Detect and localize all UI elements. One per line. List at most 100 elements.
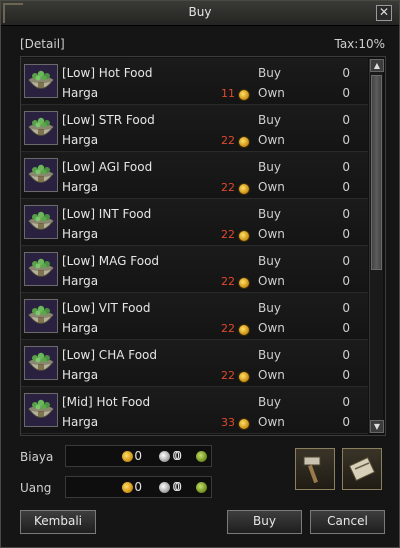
money-bronze-value: 0 — [172, 480, 180, 494]
owned-count: 0 — [342, 227, 350, 241]
buy-window: Buy ✕ [Detail] Tax:10% [Low] Hot Food Har… — [0, 0, 400, 548]
bowl-icon — [24, 111, 58, 145]
back-button[interactable]: Kembali — [20, 510, 96, 534]
list-item[interactable]: [Low] STR Food Harga 22 Buy 0 Own 0 — [21, 105, 368, 152]
buy-quantity-label: Buy — [258, 395, 281, 409]
price-label: Harga — [62, 133, 99, 147]
buy-quantity[interactable]: 0 — [342, 395, 350, 409]
list-item[interactable]: [Low] MAG Food Harga 22 Buy 0 Own 0 — [21, 246, 368, 293]
cost-label: Biaya — [20, 450, 54, 464]
item-price: 22 — [221, 134, 235, 147]
buy-quantity-label: Buy — [258, 348, 281, 362]
buy-quantity-label: Buy — [258, 66, 281, 80]
buy-quantity[interactable]: 0 — [342, 160, 350, 174]
item-price: 22 — [221, 275, 235, 288]
tax-label: Tax:10% — [334, 37, 385, 51]
gold-coin-icon — [238, 324, 250, 336]
buy-quantity-label: Buy — [258, 113, 281, 127]
money-field: 0 0 0 — [65, 476, 212, 498]
item-name: [Low] STR Food — [62, 113, 155, 127]
detail-label: [Detail] — [20, 37, 65, 51]
scroll-icon — [348, 456, 376, 482]
item-name: [Mid] Hot Food — [62, 395, 151, 409]
title-bar[interactable]: Buy ✕ — [1, 1, 399, 26]
buy-quantity[interactable]: 0 — [342, 301, 350, 315]
owned-count: 0 — [342, 274, 350, 288]
money-label: Uang — [20, 481, 52, 495]
bronze-coin-icon — [196, 482, 207, 493]
item-name: [Low] CHA Food — [62, 348, 158, 362]
buy-quantity-label: Buy — [258, 207, 281, 221]
bowl-icon — [24, 205, 58, 239]
scroll-up-icon[interactable]: ▲ — [370, 59, 384, 72]
owned-count: 0 — [342, 86, 350, 100]
buy-quantity[interactable]: 0 — [342, 254, 350, 268]
owned-count: 0 — [342, 180, 350, 194]
owned-count: 0 — [342, 368, 350, 382]
owned-label: Own — [258, 321, 285, 335]
window-title: Buy — [188, 5, 212, 19]
price-label: Harga — [62, 368, 99, 382]
gold-coin-icon — [238, 136, 250, 148]
item-name: [Low] VIT Food — [62, 301, 151, 315]
price-label: Harga — [62, 227, 99, 241]
item-name: [Low] AGI Food — [62, 160, 153, 174]
hammer-button[interactable] — [295, 448, 335, 490]
scrollbar[interactable]: ▲ ▼ — [369, 59, 384, 433]
bronze-coin-icon — [196, 451, 207, 462]
scroll-thumb[interactable] — [371, 75, 382, 270]
list-item[interactable]: [Low] CHA Food Harga 22 Buy 0 Own 0 — [21, 340, 368, 387]
bowl-icon — [24, 346, 58, 380]
bowl-icon — [24, 299, 58, 333]
price-label: Harga — [62, 274, 99, 288]
cancel-button[interactable]: Cancel — [310, 510, 385, 534]
item-price: 22 — [221, 181, 235, 194]
item-name: [Low] Hot Food — [62, 66, 153, 80]
item-price: 22 — [221, 228, 235, 241]
item-price: 11 — [221, 87, 235, 100]
owned-label: Own — [258, 133, 285, 147]
item-price: 22 — [221, 369, 235, 382]
scroll-button[interactable] — [342, 448, 382, 490]
price-label: Harga — [62, 180, 99, 194]
list-item[interactable]: [Low] AGI Food Harga 22 Buy 0 Own 0 — [21, 152, 368, 199]
owned-label: Own — [258, 86, 285, 100]
owned-count: 0 — [342, 415, 350, 429]
gold-coin-icon — [238, 89, 250, 101]
owned-label: Own — [258, 415, 285, 429]
money-silver-value: 0 — [134, 480, 142, 494]
hammer-icon — [303, 456, 321, 484]
gold-coin-icon — [238, 277, 250, 289]
buy-quantity[interactable]: 0 — [342, 348, 350, 362]
list-item[interactable]: [Mid] Hot Food Harga 33 Buy 0 Own 0 — [21, 387, 368, 434]
bowl-icon — [24, 393, 58, 427]
gold-coin-icon — [238, 183, 250, 195]
price-label: Harga — [62, 321, 99, 335]
bowl-icon — [24, 252, 58, 286]
bowl-icon — [24, 64, 58, 98]
price-label: Harga — [62, 86, 99, 100]
list-item[interactable]: [Low] INT Food Harga 22 Buy 0 Own 0 — [21, 199, 368, 246]
item-price: 22 — [221, 322, 235, 335]
buy-quantity[interactable]: 0 — [342, 66, 350, 80]
buy-quantity[interactable]: 0 — [342, 207, 350, 221]
buy-quantity[interactable]: 0 — [342, 113, 350, 127]
list-item[interactable]: [Low] Hot Food Harga 11 Buy 0 Own 0 — [21, 58, 368, 105]
bowl-icon — [24, 158, 58, 192]
buy-quantity-label: Buy — [258, 160, 281, 174]
item-list: [Low] Hot Food Harga 11 Buy 0 Own 0 [Low] STR F… — [20, 56, 386, 436]
buy-button[interactable]: Buy — [227, 510, 302, 534]
gold-coin-icon — [238, 418, 250, 430]
owned-count: 0 — [342, 133, 350, 147]
item-name: [Low] INT Food — [62, 207, 152, 221]
buy-quantity-label: Buy — [258, 301, 281, 315]
gold-coin-icon — [238, 230, 250, 242]
owned-label: Own — [258, 227, 285, 241]
cost-silver-value: 0 — [134, 449, 142, 463]
item-price: 33 — [221, 416, 235, 429]
gold-coin-icon — [238, 371, 250, 383]
list-item[interactable]: [Low] VIT Food Harga 22 Buy 0 Own 0 — [21, 293, 368, 340]
scroll-down-icon[interactable]: ▼ — [370, 420, 384, 433]
close-button[interactable]: ✕ — [376, 5, 392, 21]
cost-bronze-value: 0 — [172, 449, 180, 463]
